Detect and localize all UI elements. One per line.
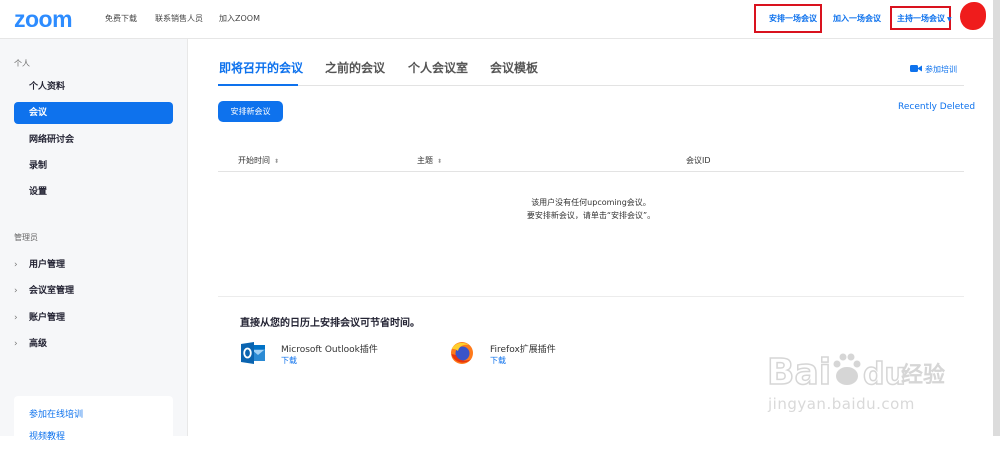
column-header-topic[interactable]: 主题 ⬍ (417, 155, 442, 166)
sidebar-section-personal: 个人 (14, 59, 30, 68)
tab-personal-room[interactable]: 个人会议室 (408, 59, 468, 76)
sidebar-item-user-management[interactable]: › 用户管理 (14, 257, 65, 270)
outlook-download-link[interactable]: 下载 (281, 355, 297, 366)
sidebar-item-label: 用户管理 (29, 260, 66, 270)
schedule-meeting-link[interactable]: 安排一场会议 (769, 13, 817, 24)
host-meeting-label: 主持一场会议 (897, 14, 945, 23)
calendar-integration-title: 直接从您的日历上安排会议可节省时间。 (240, 318, 420, 329)
watermark-url: jingyan.baidu.com (768, 395, 915, 413)
recently-deleted-link[interactable]: Recently Deleted (898, 102, 975, 112)
tab-meeting-templates[interactable]: 会议模板 (490, 59, 538, 76)
sidebar-item-account-management[interactable]: › 账户管理 (14, 310, 65, 323)
sidebar-item-label: 高级 (29, 339, 48, 349)
outlook-icon (241, 342, 265, 364)
sidebar-item-settings[interactable]: 设置 (14, 181, 173, 203)
zoom-logo[interactable]: zoom (14, 8, 73, 31)
column-header-label: 主题 (417, 156, 433, 165)
outlook-plugin-name: Microsoft Outlook插件 (281, 345, 378, 355)
nav-join-zoom[interactable]: 加入ZOOM (219, 13, 260, 24)
svg-text:du: du (863, 357, 906, 392)
column-header-start-time[interactable]: 开始时间 ⬍ (238, 155, 279, 166)
firefox-download-link[interactable]: 下载 (490, 355, 506, 366)
sidebar-item-webinars[interactable]: 网络研讨会 (14, 129, 173, 151)
chevron-right-icon: › (14, 339, 18, 349)
nav-contact-sales[interactable]: 联系销售人员 (155, 13, 203, 24)
chevron-right-icon: › (14, 313, 18, 323)
red-annotation-mark (960, 2, 986, 30)
chevron-right-icon: › (14, 260, 18, 270)
video-camera-icon (910, 65, 922, 72)
svg-text:经验: 经验 (901, 362, 945, 388)
sidebar-item-advanced[interactable]: › 高级 (14, 336, 47, 349)
sidebar-item-recordings[interactable]: 录制 (14, 155, 173, 177)
attend-training-label: 参加培训 (925, 65, 957, 74)
top-navigation-bar: zoom 免费下载 联系销售人员 加入ZOOM 安排一场会议 加入一场会议 主持… (0, 0, 1000, 39)
chevron-right-icon: › (14, 286, 18, 296)
firefox-plugin-name: Firefox扩展插件 (490, 345, 556, 355)
empty-state-message: 该用户没有任何upcoming会议。 (531, 198, 651, 207)
active-tab-indicator (218, 84, 298, 86)
sidebar-item-room-management[interactable]: › 会议室管理 (14, 283, 74, 296)
tab-upcoming-meetings[interactable]: 即将召开的会议 (219, 59, 303, 76)
firefox-icon (451, 342, 473, 364)
column-header-meeting-id: 会议ID (686, 156, 711, 165)
sidebar-training-card: 参加在线培训 视频教程 (14, 396, 173, 456)
schedule-new-meeting-button[interactable]: 安排新会议 (218, 101, 283, 122)
host-meeting-dropdown[interactable]: 主持一场会议 ▼ (897, 13, 952, 24)
table-header-divider (218, 171, 964, 172)
sidebar-item-label: 会议室管理 (29, 286, 75, 296)
sidebar: 个人 个人资料 会议 网络研讨会 录制 设置 管理员 › 用户管理 › 会议室管理 … (0, 39, 188, 436)
tab-previous-meetings[interactable]: 之前的会议 (325, 59, 385, 76)
sidebar-item-profile[interactable]: 个人资料 (14, 76, 173, 98)
scrollbar[interactable] (993, 0, 1000, 436)
column-header-label: 开始时间 (238, 156, 270, 165)
sort-icon: ⬍ (437, 158, 443, 165)
attend-training-link[interactable]: 参加培训 (910, 64, 957, 75)
online-training-link[interactable]: 参加在线培训 (29, 407, 83, 420)
join-meeting-link[interactable]: 加入一场会议 (833, 13, 881, 24)
nav-free-download[interactable]: 免费下载 (105, 13, 137, 24)
baidu-jingyan-watermark-logo: Bai du 经验 (767, 351, 945, 392)
section-divider (218, 296, 964, 297)
sidebar-section-admin: 管理员 (14, 233, 38, 242)
sort-icon: ⬍ (274, 158, 280, 165)
tab-divider (218, 85, 964, 86)
sidebar-item-meetings[interactable]: 会议 (14, 102, 173, 124)
empty-state-hint: 要安排新会议，请单击“安排会议”。 (526, 211, 656, 220)
caret-down-icon: ▼ (947, 16, 952, 23)
svg-text:Bai: Bai (767, 352, 831, 392)
sidebar-item-label: 账户管理 (29, 313, 66, 323)
